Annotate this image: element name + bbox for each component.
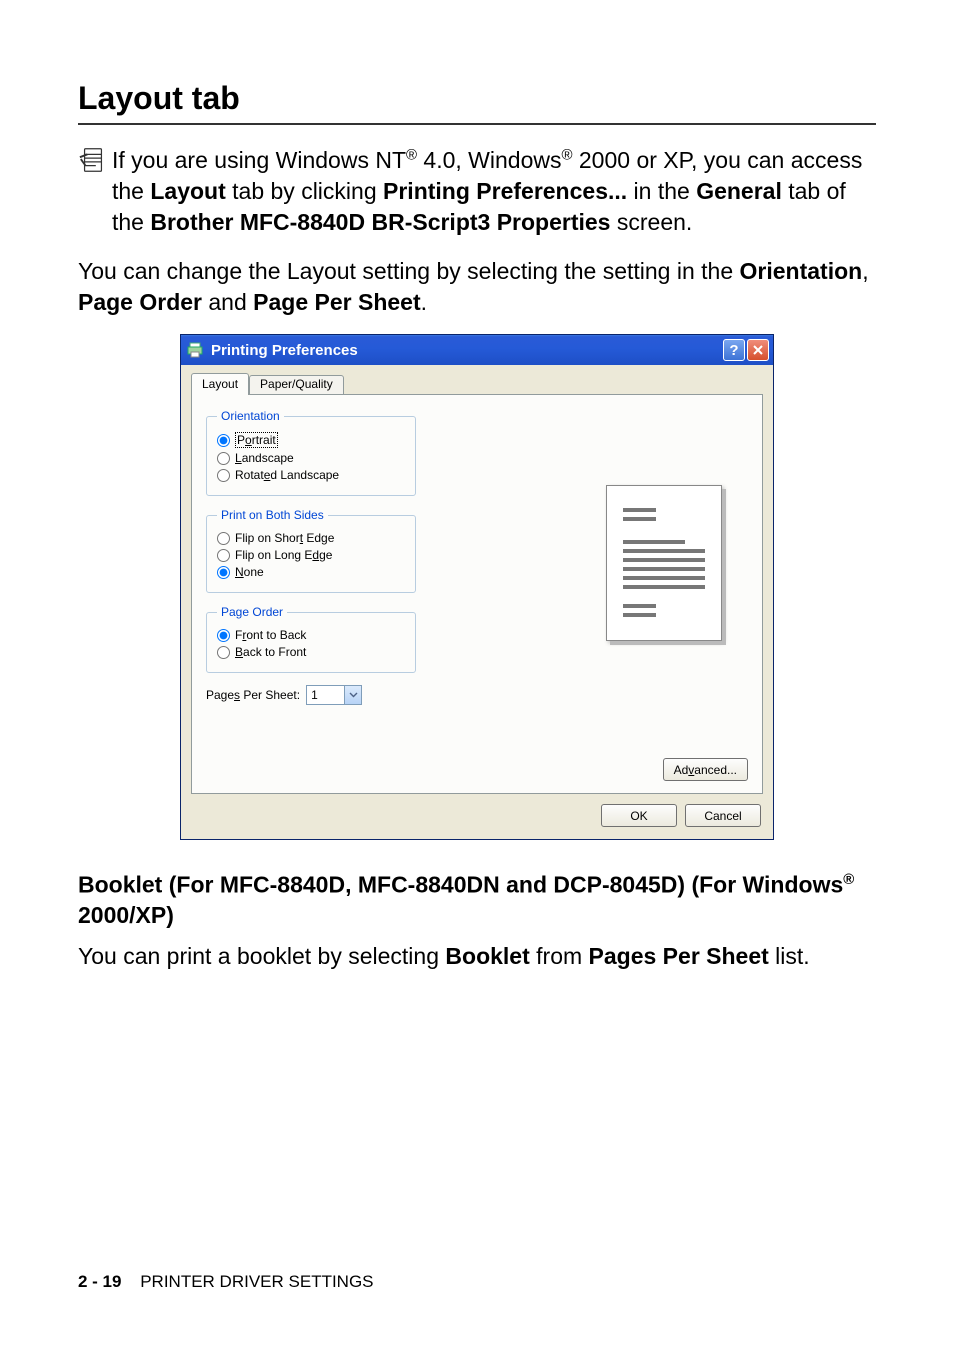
pps-value: 1 (311, 688, 318, 702)
radio-front-to-back[interactable]: Front to Back (217, 628, 405, 642)
radio-portrait[interactable]: Portrait (217, 432, 405, 448)
radio-rotated-landscape[interactable]: Rotated Landscape (217, 468, 405, 482)
group-page-order: Page Order Front to Back Back to Front (206, 605, 416, 673)
group-orientation: Orientation Portrait Landscape (206, 409, 416, 496)
pages-per-sheet-row: Pages Per Sheet: 1 (206, 685, 416, 705)
radio-landscape[interactable]: Landscape (217, 451, 405, 465)
radio-flip-long-input[interactable] (217, 549, 230, 562)
paragraph-intro: You can change the Layout setting by sel… (78, 256, 876, 318)
note-icon (78, 145, 112, 180)
heading-rule (78, 123, 876, 125)
legend-duplex: Print on Both Sides (217, 508, 328, 522)
radio-flip-long[interactable]: Flip on Long Edge (217, 548, 405, 562)
note-text: If you are using Windows NT® 4.0, Window… (112, 145, 876, 238)
titlebar-text: Printing Preferences (211, 342, 721, 359)
radio-none[interactable]: None (217, 565, 405, 579)
radio-btf-input[interactable] (217, 646, 230, 659)
page-number: 2 - 19 (78, 1272, 121, 1291)
titlebar[interactable]: Printing Preferences ? (181, 335, 773, 365)
radio-flip-short[interactable]: Flip on Short Edge (217, 531, 405, 545)
group-print-both-sides: Print on Both Sides Flip on Short Edge F… (206, 508, 416, 593)
radio-ftb-input[interactable] (217, 629, 230, 642)
page-footer: 2 - 19 PRINTER DRIVER SETTINGS (78, 1272, 374, 1292)
ok-button[interactable]: OK (601, 804, 677, 827)
heading-booklet: Booklet (For MFC-8840D, MFC-8840DN and D… (78, 870, 876, 930)
radio-none-input[interactable] (217, 566, 230, 579)
help-button[interactable]: ? (723, 339, 745, 361)
radio-portrait-input[interactable] (217, 434, 230, 447)
legend-orientation: Orientation (217, 409, 284, 423)
radio-flip-short-input[interactable] (217, 532, 230, 545)
dialog-footer: OK Cancel (191, 794, 763, 829)
pps-label: Pages Per Sheet: (206, 688, 300, 702)
tab-pane-layout: Orientation Portrait Landscape (191, 394, 763, 794)
heading-layout-tab: Layout tab (78, 80, 876, 117)
chevron-down-icon[interactable] (344, 686, 361, 704)
tab-layout[interactable]: Layout (191, 373, 249, 395)
radio-landscape-input[interactable] (217, 452, 230, 465)
layout-preview (606, 485, 722, 641)
radio-back-to-front[interactable]: Back to Front (217, 645, 405, 659)
printer-icon (187, 341, 205, 359)
cancel-button[interactable]: Cancel (685, 804, 761, 827)
pages-per-sheet-combo[interactable]: 1 (306, 685, 362, 705)
section-name: PRINTER DRIVER SETTINGS (140, 1272, 373, 1291)
printing-preferences-dialog: Printing Preferences ? Layout Paper/Qual… (180, 334, 774, 840)
advanced-button[interactable]: Advanced... (663, 758, 748, 781)
radio-rotated-input[interactable] (217, 469, 230, 482)
tab-paper-quality[interactable]: Paper/Quality (249, 375, 344, 395)
paragraph-booklet: You can print a booklet by selecting Boo… (78, 941, 876, 972)
legend-page-order: Page Order (217, 605, 287, 619)
close-button[interactable] (747, 339, 769, 361)
